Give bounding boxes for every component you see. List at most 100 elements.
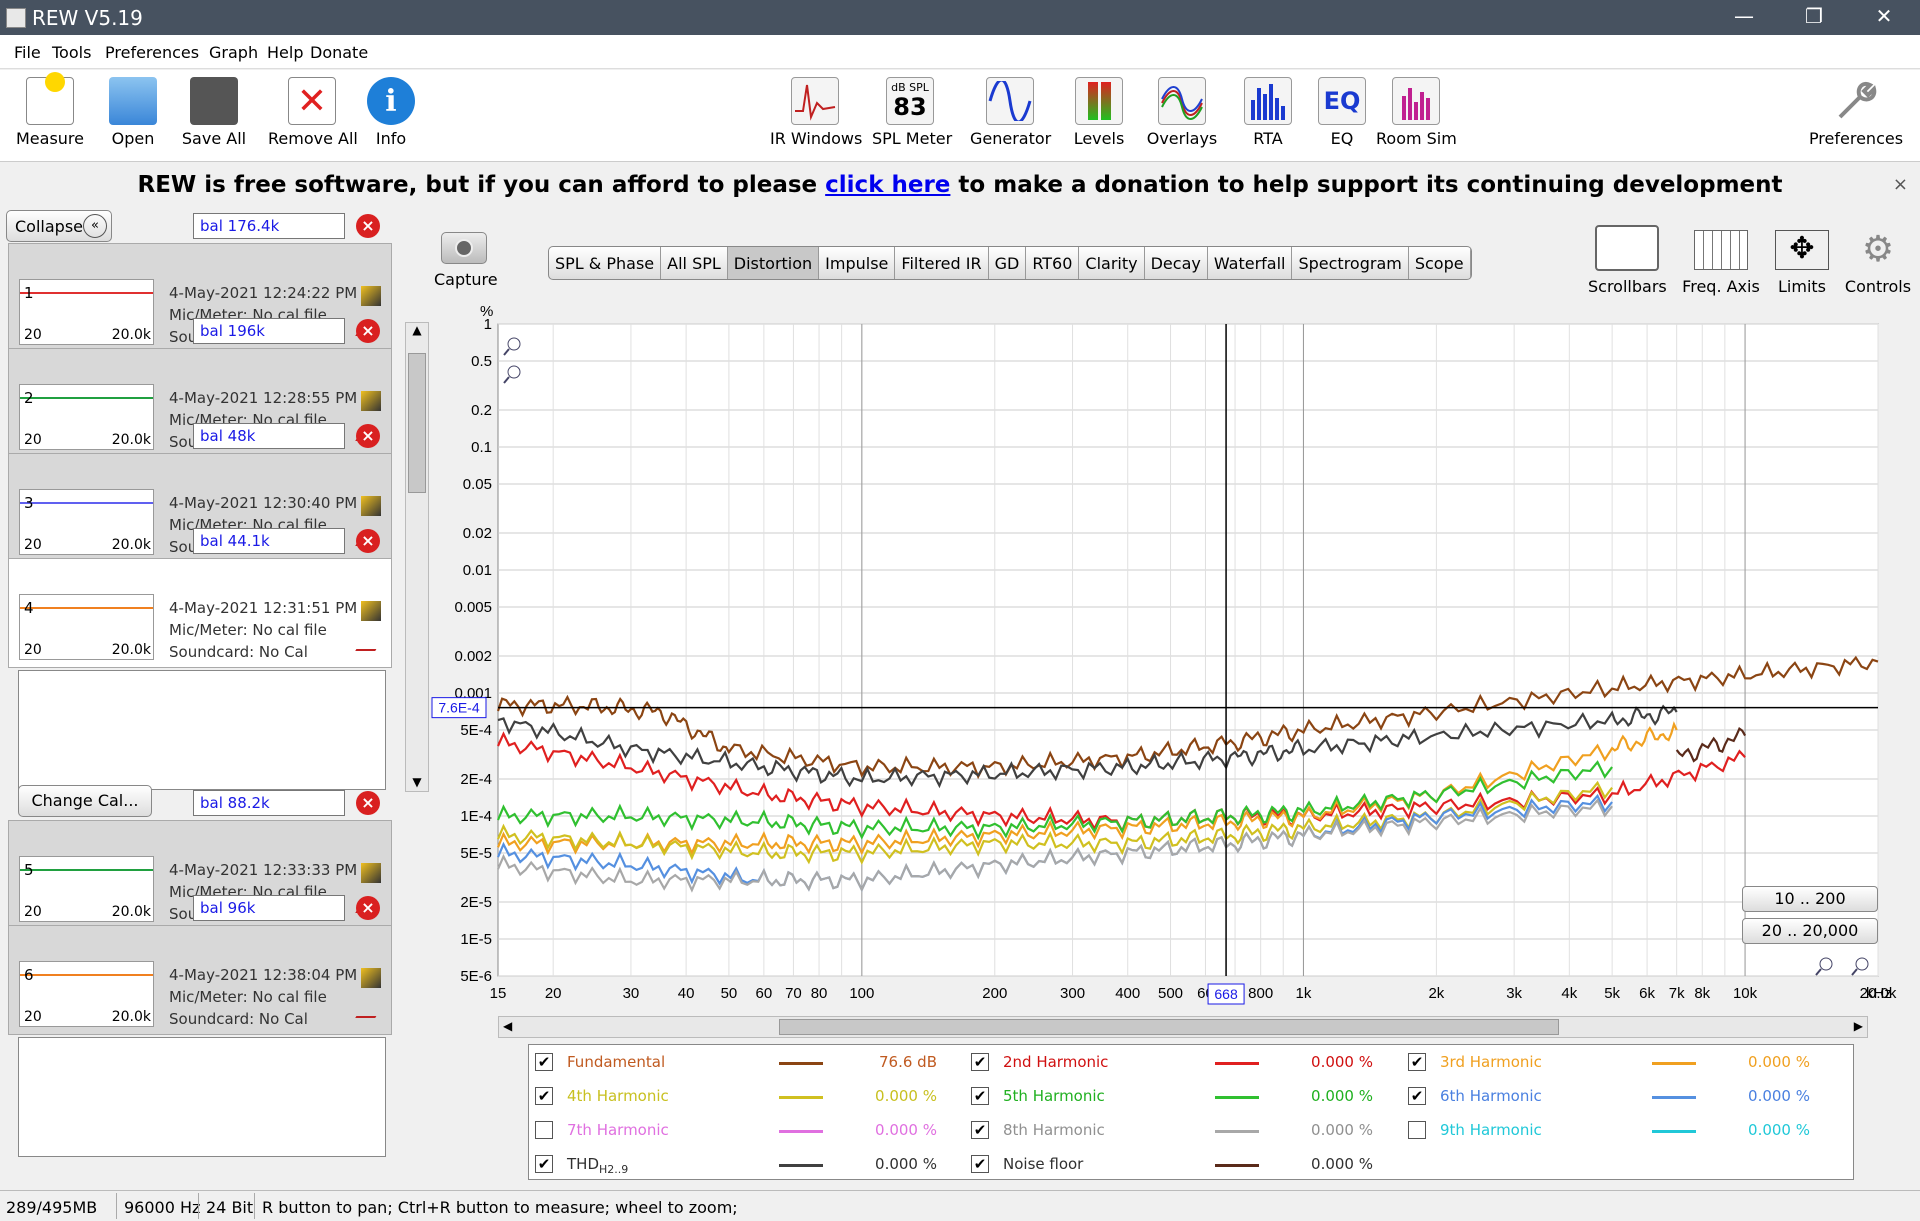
measurement-card[interactable]: 4 20 20.0k 4-May-2021 12:31:51 PM Mic/Me… xyxy=(8,558,392,668)
remove-all-button[interactable]: ✕ Remove All xyxy=(268,75,358,157)
ir-windows-button[interactable]: IR Windows xyxy=(770,75,862,157)
graph-tabs: SPL & Phase All SPL Distortion Impulse Filte… xyxy=(548,246,1472,280)
change-cal-button[interactable]: Change Cal... xyxy=(18,785,152,817)
legend-label: 2nd Harmonic xyxy=(1003,1053,1108,1074)
color-picker-icon[interactable] xyxy=(361,391,381,411)
legend-checkbox[interactable]: ✔ xyxy=(535,1155,553,1173)
close-button[interactable]: ✕ xyxy=(1856,0,1912,35)
menu-tools[interactable]: Tools xyxy=(52,43,91,62)
menu-help[interactable]: Help xyxy=(267,43,303,62)
spl-meter-icon-value: 83 xyxy=(893,93,927,121)
tab-impulse[interactable]: Impulse xyxy=(819,247,896,279)
remove-measurement-icon[interactable]: × xyxy=(356,319,380,343)
color-picker-icon[interactable] xyxy=(361,863,381,883)
measurement-name-field[interactable]: bal 196k xyxy=(193,318,345,344)
legend-checkbox[interactable] xyxy=(1408,1121,1426,1139)
cal-notes-box[interactable] xyxy=(18,670,386,790)
collapse-button[interactable]: Collapse « xyxy=(6,210,112,242)
save-all-button[interactable]: Save All xyxy=(176,75,252,157)
cursor-x-label: 668 xyxy=(1214,986,1238,1002)
rta-button[interactable]: RTA xyxy=(1240,75,1296,157)
color-picker-icon[interactable] xyxy=(361,286,381,306)
tab-decay[interactable]: Decay xyxy=(1145,247,1208,279)
measure-button[interactable]: Measure xyxy=(16,72,84,157)
freq-axis-button[interactable]: Freq. Axis xyxy=(1680,225,1762,296)
legend-checkbox[interactable]: ✔ xyxy=(535,1053,553,1071)
pencil-icon[interactable] xyxy=(355,631,387,651)
eq-button[interactable]: EQ EQ xyxy=(1316,75,1368,157)
tab-waterfall[interactable]: Waterfall xyxy=(1208,247,1293,279)
remove-measurement-icon[interactable]: × xyxy=(356,791,380,815)
open-label: Open xyxy=(111,129,155,148)
open-button[interactable]: Open xyxy=(100,75,166,157)
remove-measurement-icon[interactable]: × xyxy=(356,214,380,238)
legend-checkbox[interactable]: ✔ xyxy=(1408,1053,1426,1071)
restore-button[interactable]: ❐ xyxy=(1786,0,1842,35)
preferences-button[interactable]: Preferences xyxy=(1802,75,1910,157)
remove-measurement-icon[interactable]: × xyxy=(356,529,380,553)
levels-button[interactable]: Levels xyxy=(1064,75,1134,157)
color-picker-icon[interactable] xyxy=(361,601,381,621)
scroll-down-arrow[interactable]: ▼ xyxy=(406,775,428,789)
pencil-icon[interactable] xyxy=(355,998,387,1018)
remove-measurement-icon[interactable]: × xyxy=(356,896,380,920)
range-button[interactable]: 20 .. 20,000 xyxy=(1742,918,1878,944)
measurement-name-field[interactable]: bal 88.2k xyxy=(193,790,345,816)
close-banner-icon[interactable]: × xyxy=(1893,163,1908,207)
menu-file[interactable]: File xyxy=(14,43,41,62)
menu-graph[interactable]: Graph xyxy=(209,43,258,62)
scroll-up-arrow[interactable]: ▲ xyxy=(406,323,428,337)
tab-gd[interactable]: GD xyxy=(989,247,1027,279)
capture-button[interactable]: Capture xyxy=(434,228,498,289)
distortion-chart[interactable]: 10.50.20.10.050.020.010.0050.0020.0015E-… xyxy=(430,296,1910,1012)
color-picker-icon[interactable] xyxy=(361,968,381,988)
color-picker-icon[interactable] xyxy=(361,496,381,516)
scrollbars-button[interactable]: Scrollbars xyxy=(1588,225,1667,296)
tab-all-spl[interactable]: All SPL xyxy=(661,247,728,279)
minimize-button[interactable]: — xyxy=(1716,0,1772,35)
menu-donate[interactable]: Donate xyxy=(310,43,368,62)
y-unit-label: % xyxy=(480,303,493,320)
scroll-right-arrow[interactable]: ▶ xyxy=(1854,1019,1863,1033)
menu-preferences[interactable]: Preferences xyxy=(105,43,199,62)
legend-value: 0.000 % xyxy=(1311,1053,1373,1071)
measure-icon xyxy=(26,72,74,125)
frequency-scrollbar[interactable]: ◀ ▶ xyxy=(498,1016,1868,1038)
measurement-name-field[interactable]: bal 96k xyxy=(193,895,345,921)
legend-checkbox[interactable] xyxy=(535,1121,553,1139)
range-button[interactable]: 10 .. 200 xyxy=(1742,886,1878,912)
info-button[interactable]: i Info xyxy=(366,75,416,157)
legend-value: 0.000 % xyxy=(1311,1087,1373,1105)
tab-scope[interactable]: Scope xyxy=(1409,247,1471,279)
controls-button[interactable]: ⚙ Controls xyxy=(1842,225,1914,297)
spl-meter-button[interactable]: dB SPL 83 SPL Meter xyxy=(872,75,952,157)
legend-checkbox[interactable]: ✔ xyxy=(971,1121,989,1139)
measurement-scrollbar[interactable]: ▲ ▼ xyxy=(405,322,429,792)
scroll-left-arrow[interactable]: ◀ xyxy=(503,1019,512,1033)
tab-distortion[interactable]: Distortion xyxy=(727,247,820,279)
tab-filtered-ir[interactable]: Filtered IR xyxy=(895,247,989,279)
donate-link[interactable]: click here xyxy=(825,172,950,198)
overlays-button[interactable]: Overlays xyxy=(1142,75,1222,157)
tab-clarity[interactable]: Clarity xyxy=(1079,247,1145,279)
tab-rt60[interactable]: RT60 xyxy=(1026,247,1080,279)
legend-checkbox[interactable]: ✔ xyxy=(535,1087,553,1105)
legend-checkbox[interactable]: ✔ xyxy=(1408,1087,1426,1105)
cal-notes-box[interactable] xyxy=(18,1037,386,1157)
measurement-card[interactable]: 6 20 20.0k 4-May-2021 12:38:04 PM Mic/Me… xyxy=(8,925,392,1035)
measurement-name-field[interactable]: bal 48k xyxy=(193,423,345,449)
legend-checkbox[interactable]: ✔ xyxy=(971,1155,989,1173)
tab-spectrogram[interactable]: Spectrogram xyxy=(1292,247,1409,279)
limits-button[interactable]: ✥ Limits xyxy=(1772,225,1832,296)
legend-checkbox[interactable]: ✔ xyxy=(971,1087,989,1105)
scroll-thumb[interactable] xyxy=(408,353,426,493)
room-sim-button[interactable]: Room Sim xyxy=(1376,75,1457,157)
remove-measurement-icon[interactable]: × xyxy=(356,424,380,448)
legend-checkbox[interactable]: ✔ xyxy=(971,1053,989,1071)
measurement-name-field[interactable]: bal 44.1k xyxy=(193,528,345,554)
tab-spl-phase[interactable]: SPL & Phase xyxy=(549,247,662,279)
measurement-name-field[interactable]: bal 176.4k xyxy=(193,213,345,239)
scroll-thumb-h[interactable] xyxy=(779,1019,1559,1035)
legend-value: 0.000 % xyxy=(1748,1121,1810,1139)
generator-button[interactable]: Generator xyxy=(970,75,1051,157)
